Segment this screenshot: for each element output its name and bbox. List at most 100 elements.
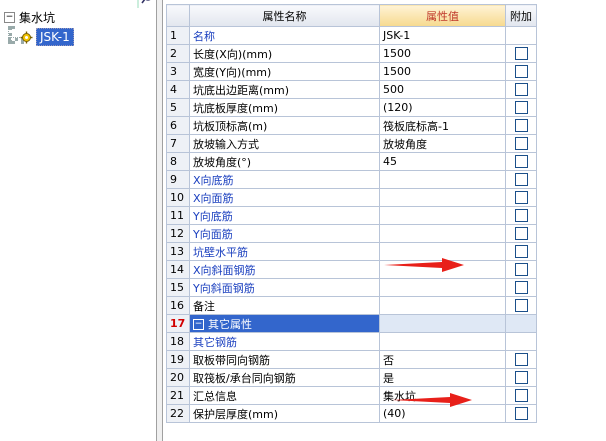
grid-row[interactable]: 7 放坡输入方式 放坡角度: [166, 134, 606, 153]
extra-cell[interactable]: [505, 116, 537, 135]
extra-checkbox[interactable]: [514, 227, 528, 241]
grid-row[interactable]: 9 X向底筋: [166, 170, 606, 189]
grid-row[interactable]: 8 放坡角度(°) 45: [166, 152, 606, 171]
property-name-cell[interactable]: 汇总信息: [189, 386, 380, 405]
property-name-cell[interactable]: Y向面筋: [189, 224, 380, 243]
extra-cell[interactable]: [505, 188, 537, 207]
extra-checkbox[interactable]: [514, 65, 528, 79]
property-name-cell[interactable]: 保护层厚度(mm): [189, 404, 380, 423]
grid-row[interactable]: 22 保护层厚度(mm) (40): [166, 404, 606, 423]
grid-row[interactable]: 21 汇总信息 集水坑: [166, 386, 606, 405]
grid-row[interactable]: 1 名称 JSK-1: [166, 26, 606, 45]
property-value-cell[interactable]: 是: [379, 368, 506, 387]
property-name-cell[interactable]: X向面筋: [189, 188, 380, 207]
property-name-cell[interactable]: 名称: [189, 26, 380, 45]
property-name-cell[interactable]: 坑底板厚度(mm): [189, 98, 380, 117]
property-value-cell[interactable]: [379, 206, 506, 225]
extra-cell[interactable]: [505, 296, 537, 315]
property-value-cell[interactable]: 1500: [379, 62, 506, 81]
property-value-header[interactable]: 属性值: [379, 4, 506, 27]
extra-checkbox[interactable]: [514, 155, 528, 169]
extra-cell[interactable]: [505, 350, 537, 369]
tree-collapse-toggle[interactable]: −: [4, 11, 15, 23]
extra-checkbox[interactable]: [514, 389, 528, 403]
extra-checkbox[interactable]: [514, 371, 528, 385]
extra-checkbox[interactable]: [514, 245, 528, 259]
extra-cell[interactable]: [505, 80, 537, 99]
property-value-cell[interactable]: [379, 296, 506, 315]
grid-row[interactable]: 2 长度(X向)(mm) 1500: [166, 44, 606, 63]
property-value-cell[interactable]: 500: [379, 80, 506, 99]
property-value-cell[interactable]: (40): [379, 404, 506, 423]
property-name-cell[interactable]: 其它钢筋: [189, 332, 380, 351]
property-name-cell[interactable]: 宽度(Y向)(mm): [189, 62, 380, 81]
grid-row[interactable]: 16 备注: [166, 296, 606, 315]
extra-checkbox[interactable]: [514, 353, 528, 367]
extra-checkbox[interactable]: [514, 209, 528, 223]
property-name-cell[interactable]: 坑壁水平筋: [189, 242, 380, 261]
grid-row[interactable]: 4 坑底出边距离(mm) 500: [166, 80, 606, 99]
group-collapse-icon[interactable]: −: [193, 319, 204, 330]
property-name-cell[interactable]: 放坡输入方式: [189, 134, 380, 153]
grid-row[interactable]: 10 X向面筋: [166, 188, 606, 207]
extra-cell[interactable]: [505, 152, 537, 171]
property-value-cell[interactable]: [379, 170, 506, 189]
property-name-cell[interactable]: 取筏板/承台同向钢筋: [189, 368, 380, 387]
extra-cell[interactable]: [505, 404, 537, 423]
extra-checkbox[interactable]: [514, 281, 528, 295]
grid-row[interactable]: 6 坑板顶标高(m) 筏板底标高-1: [166, 116, 606, 135]
property-value-cell[interactable]: [379, 278, 506, 297]
property-value-cell[interactable]: JSK-1: [379, 26, 506, 45]
grid-row[interactable]: 15 Y向斜面钢筋: [166, 278, 606, 297]
extra-checkbox[interactable]: [514, 83, 528, 97]
extra-checkbox[interactable]: [514, 407, 528, 421]
property-value-cell[interactable]: 1500: [379, 44, 506, 63]
grid-row[interactable]: 3 宽度(Y向)(mm) 1500: [166, 62, 606, 81]
property-name-cell[interactable]: 放坡角度(°): [189, 152, 380, 171]
tree-item-jsk1[interactable]: JSK-1: [20, 28, 74, 46]
property-name-cell[interactable]: 坑底出边距离(mm): [189, 80, 380, 99]
property-value-cell[interactable]: 放坡角度: [379, 134, 506, 153]
extra-cell[interactable]: [505, 224, 537, 243]
extra-cell[interactable]: [505, 278, 537, 297]
property-name-cell[interactable]: Y向底筋: [189, 206, 380, 225]
extra-cell[interactable]: [505, 206, 537, 225]
grid-row[interactable]: 12 Y向面筋: [166, 224, 606, 243]
property-value-cell[interactable]: [379, 332, 506, 351]
property-name-cell[interactable]: X向斜面钢筋: [189, 260, 380, 279]
property-value-cell[interactable]: [379, 314, 506, 333]
search-icon[interactable]: [136, 0, 156, 8]
property-value-cell[interactable]: [379, 224, 506, 243]
panel-splitter[interactable]: [156, 0, 163, 441]
property-name-cell[interactable]: 备注: [189, 296, 380, 315]
property-value-cell[interactable]: [379, 188, 506, 207]
property-value-cell[interactable]: (120): [379, 98, 506, 117]
extra-cell[interactable]: [505, 368, 537, 387]
property-value-cell[interactable]: 否: [379, 350, 506, 369]
extra-cell[interactable]: [505, 170, 537, 189]
extra-cell[interactable]: [505, 44, 537, 63]
extra-cell[interactable]: [505, 98, 537, 117]
grid-row[interactable]: 11 Y向底筋: [166, 206, 606, 225]
property-name-cell[interactable]: 坑板顶标高(m): [189, 116, 380, 135]
property-name-cell[interactable]: 取板带同向钢筋: [189, 350, 380, 369]
grid-row[interactable]: 5 坑底板厚度(mm) (120): [166, 98, 606, 117]
extra-checkbox[interactable]: [514, 173, 528, 187]
property-name-cell[interactable]: Y向斜面钢筋: [189, 278, 380, 297]
property-name-cell[interactable]: X向底筋: [189, 170, 380, 189]
extra-cell[interactable]: [505, 134, 537, 153]
extra-checkbox[interactable]: [514, 137, 528, 151]
extra-checkbox[interactable]: [514, 263, 528, 277]
grid-row[interactable]: 18 其它钢筋: [166, 332, 606, 351]
extra-cell[interactable]: [505, 386, 537, 405]
property-name-header[interactable]: 属性名称: [189, 4, 380, 27]
extra-cell[interactable]: [505, 260, 537, 279]
grid-group-row[interactable]: 17− 其它属性: [166, 314, 606, 333]
extra-checkbox[interactable]: [514, 47, 528, 61]
extra-checkbox[interactable]: [514, 191, 528, 205]
grid-row[interactable]: 19 取板带同向钢筋 否: [166, 350, 606, 369]
extra-header[interactable]: 附加: [505, 4, 537, 27]
property-name-cell[interactable]: 长度(X向)(mm): [189, 44, 380, 63]
property-value-cell[interactable]: 筏板底标高-1: [379, 116, 506, 135]
grid-row[interactable]: 20 取筏板/承台同向钢筋 是: [166, 368, 606, 387]
